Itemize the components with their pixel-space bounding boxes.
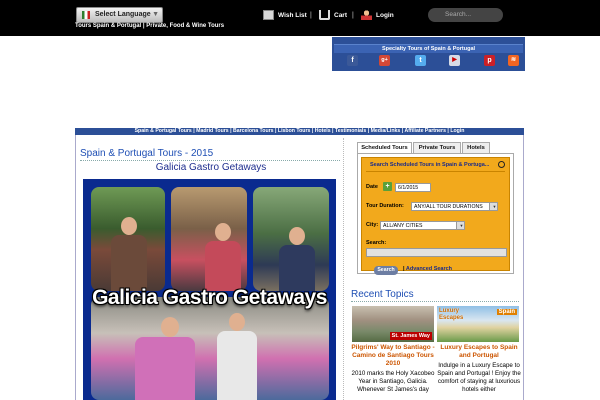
- galicia-photo-collage[interactable]: Galicia Gastro Getaways: [83, 179, 336, 400]
- search-form: Search Scheduled Tours in Spain & Portug…: [361, 157, 510, 275]
- top-header: Select Language ▼ Tours Spain & Portugal…: [0, 0, 600, 36]
- duration-value: ANY/ALL TOUR DURATIONS: [414, 204, 483, 210]
- thumbnail-caption-left: Luxury Escapes: [439, 308, 464, 321]
- tab-private-tours[interactable]: Private Tours: [413, 142, 461, 153]
- photo-bodega: [171, 187, 247, 291]
- article-subtitle: Galicia Gastro Getaways: [155, 162, 267, 173]
- post-excerpt: 2010 marks the Holy Xacobeo Year in Sant…: [351, 370, 435, 393]
- thumbnail-caption-right: Spain: [496, 309, 517, 315]
- post-thumbnail-luxury[interactable]: Luxury Escapes Spain: [437, 306, 519, 342]
- advanced-search-area: | Advanced Search: [403, 266, 452, 272]
- chevron-down-icon: ▼: [489, 203, 497, 210]
- recent-topics-title: Recent Topics: [351, 289, 414, 300]
- search-icon: [498, 161, 505, 168]
- advanced-separator: |: [403, 266, 405, 272]
- date-field[interactable]: 6/1/2015: [395, 183, 431, 192]
- collage-overlay-text: Galicia Gastro Getaways: [92, 286, 327, 309]
- site-tagline: Tours Spain & Portugal | Private, Food &…: [75, 23, 225, 29]
- translate-icon: [82, 11, 90, 19]
- post-title[interactable]: Luxury Escapes to Spain and Portugal: [436, 344, 522, 360]
- calendar-icon[interactable]: +: [383, 182, 392, 191]
- recent-divider: [351, 301, 519, 302]
- cart-icon: [319, 10, 330, 21]
- thumbnail-caption: St. James Way: [389, 332, 432, 340]
- search-panel-title: Search Scheduled Tours in Spain & Portug…: [370, 162, 490, 168]
- main-nav: Spain & Portugal Tours | Madrid Tours | …: [75, 128, 524, 135]
- advanced-search-link[interactable]: Advanced Search: [406, 266, 452, 272]
- city-select[interactable]: ALL/ANY CITIES ▼: [380, 221, 465, 230]
- rss-icon[interactable]: ≋: [508, 55, 519, 66]
- nav-lisbon-tours[interactable]: Lisbon Tours: [278, 128, 310, 134]
- tab-scheduled-tours[interactable]: Scheduled Tours: [357, 142, 412, 153]
- nav-barcelona-tours[interactable]: Barcelona Tours: [233, 128, 274, 134]
- column-divider: [343, 138, 344, 400]
- article-title[interactable]: Spain & Portugal Tours - 2015: [80, 148, 213, 159]
- youtube-icon[interactable]: ▶: [449, 55, 460, 66]
- date-label: Date: [366, 184, 378, 190]
- chevron-down-icon: ▼: [152, 11, 159, 18]
- title-divider: [80, 160, 340, 161]
- city-value: ALL/ANY CITIES: [383, 223, 423, 229]
- nav-login[interactable]: Login: [450, 128, 464, 134]
- login-link[interactable]: Login: [361, 9, 394, 23]
- nav-separator: |: [352, 12, 354, 19]
- tour-search-panel: Search Scheduled Tours in Spain & Portug…: [357, 153, 514, 275]
- specialty-title: Specialty Tours of Spain & Portugal: [334, 44, 523, 53]
- photo-vineyard: [253, 187, 329, 291]
- duration-label: Tour Duration:: [366, 203, 404, 209]
- cart-label: Cart: [334, 12, 348, 19]
- select-language-button[interactable]: Select Language ▼: [76, 7, 163, 23]
- tab-hotels[interactable]: Hotels: [462, 142, 490, 153]
- search-label: Search:: [366, 240, 387, 246]
- search-text-field[interactable]: [366, 248, 507, 257]
- facebook-icon[interactable]: f: [347, 55, 358, 66]
- search-button[interactable]: Search: [374, 266, 398, 275]
- nav-affiliate-partners[interactable]: Affiliate Partners: [404, 128, 446, 134]
- nav-media-links[interactable]: Media/Links: [371, 128, 401, 134]
- post-excerpt: Indulge in a Luxury Escape to Spain and …: [437, 362, 521, 393]
- post-thumbnail-st-james[interactable]: St. James Way: [352, 306, 434, 342]
- wish-list-link[interactable]: Wish List: [263, 9, 307, 23]
- photo-market: [91, 297, 329, 400]
- post-title[interactable]: Pilgrims' Way to Santiago - Camino de Sa…: [350, 344, 436, 368]
- nav-spain-portugal-tours[interactable]: Spain & Portugal Tours: [135, 128, 192, 134]
- cart-link[interactable]: Cart: [319, 9, 347, 23]
- specialty-social-box: Specialty Tours of Spain & Portugal f g+…: [332, 37, 525, 71]
- header-search-input[interactable]: Search...: [428, 8, 503, 22]
- chevron-down-icon: ▼: [456, 222, 464, 229]
- wish-list-label: Wish List: [278, 12, 307, 19]
- nav-testimonials[interactable]: Testimonials: [335, 128, 366, 134]
- google-plus-icon[interactable]: g+: [379, 55, 390, 66]
- select-language-label: Select Language: [95, 11, 151, 18]
- duration-select[interactable]: ANY/ALL TOUR DURATIONS ▼: [411, 202, 498, 211]
- nav-hotels[interactable]: Hotels: [315, 128, 331, 134]
- pinterest-icon[interactable]: p: [484, 55, 495, 66]
- user-icon: [361, 10, 372, 21]
- login-label: Login: [376, 12, 394, 19]
- wishlist-icon: [263, 10, 274, 21]
- photo-wine-tasting: [91, 187, 165, 291]
- city-label: City:: [366, 222, 379, 228]
- nav-separator: |: [310, 12, 312, 19]
- twitter-icon[interactable]: t: [415, 55, 426, 66]
- nav-madrid-tours[interactable]: Madrid Tours: [196, 128, 228, 134]
